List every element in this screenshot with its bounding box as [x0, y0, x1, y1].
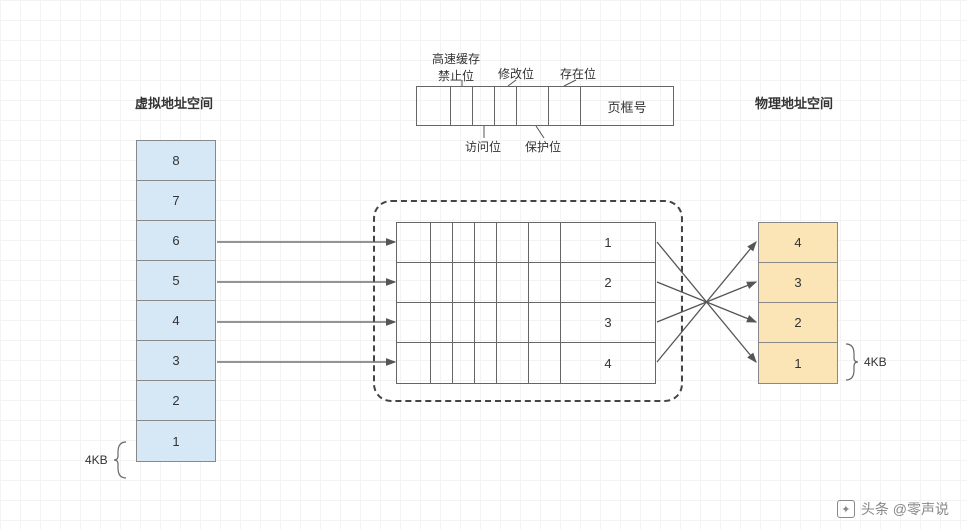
pte-field-modified [495, 87, 517, 125]
pte-label-protect: 保护位 [525, 138, 561, 155]
pte-field-accessed [473, 87, 495, 125]
pte-label-accessed: 访问位 [465, 138, 501, 155]
pte-field [417, 87, 451, 125]
pte-label-present: 存在位 [560, 65, 596, 82]
physical-column: 4 3 2 1 [758, 222, 838, 384]
pte-field-cache-disable [451, 87, 473, 125]
virtual-page: 7 [137, 181, 215, 221]
pte-field-present [549, 87, 581, 125]
page-table-row: 4 [397, 343, 655, 383]
virtual-page: 5 [137, 261, 215, 301]
pte-frame-value: 4 [561, 343, 655, 383]
watermark: ✦ 头条 @零声说 [837, 499, 949, 519]
virtual-page: 2 [137, 381, 215, 421]
page-table-row: 3 [397, 303, 655, 343]
physical-frame: 4 [759, 223, 837, 263]
physical-frame: 3 [759, 263, 837, 303]
pte-frame-value: 3 [561, 303, 655, 342]
pte-label-modified: 修改位 [498, 65, 534, 82]
physical-frame: 1 [759, 343, 837, 383]
pte-field-protect [517, 87, 549, 125]
toutiao-logo-icon: ✦ [837, 500, 855, 518]
pte-label-cache-disable: 高速缓存 禁止位 [432, 50, 480, 84]
page-table: 1 2 3 4 [396, 222, 656, 384]
size-label: 4KB [864, 355, 887, 369]
virtual-page-size-brace: 4KB [85, 440, 130, 480]
watermark-text: 头条 @零声说 [861, 499, 949, 519]
pte-field-frame-number: 页框号 [581, 87, 673, 125]
page-table-row: 1 [397, 223, 655, 263]
page-table-row: 2 [397, 263, 655, 303]
virtual-column: 8 7 6 5 4 3 2 1 [136, 140, 216, 462]
virtual-page: 4 [137, 301, 215, 341]
pte-structure: 页框号 [416, 86, 674, 126]
pte-frame-value: 1 [561, 223, 655, 262]
virtual-page: 3 [137, 341, 215, 381]
virtual-page: 6 [137, 221, 215, 261]
size-label: 4KB [85, 453, 108, 467]
physical-space-title: 物理地址空间 [755, 93, 833, 112]
virtual-space-title: 虚拟地址空间 [135, 93, 213, 112]
physical-frame: 2 [759, 303, 837, 343]
physical-frame-size-brace: 4KB [842, 342, 887, 382]
virtual-page: 8 [137, 141, 215, 181]
pte-frame-value: 2 [561, 263, 655, 302]
virtual-page: 1 [137, 421, 215, 461]
